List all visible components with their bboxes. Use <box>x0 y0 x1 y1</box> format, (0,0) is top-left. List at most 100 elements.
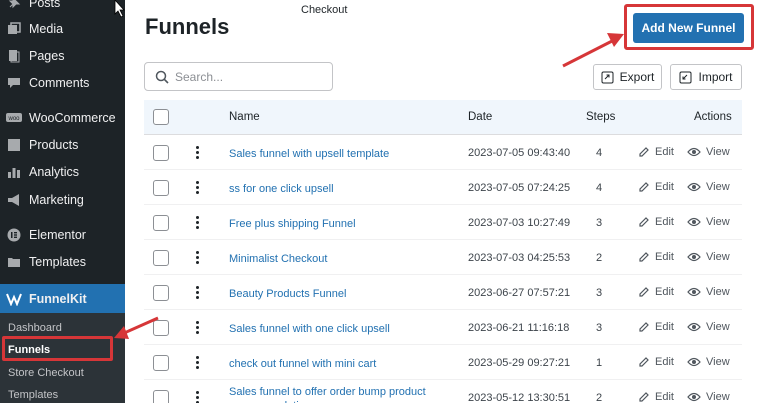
edit-label: Edit <box>655 286 674 298</box>
sidebar-item-products[interactable]: Products <box>0 131 125 158</box>
row-checkbox[interactable] <box>153 145 169 161</box>
edit-action[interactable]: Edit <box>638 216 674 228</box>
import-button[interactable]: Import <box>670 64 742 90</box>
funnel-date: 2023-05-29 09:27:21 <box>468 357 571 369</box>
sidebar-item-elementor[interactable]: Elementor <box>0 221 125 248</box>
funnelkit-icon <box>5 290 23 308</box>
sidebar-item-posts[interactable]: Posts <box>0 0 125 16</box>
funnel-name-link[interactable]: Minimalist Checkout <box>229 252 434 266</box>
page-title: Funnels <box>145 14 230 39</box>
row-menu-icon[interactable] <box>194 321 200 334</box>
row-checkbox[interactable] <box>153 285 169 301</box>
edit-action[interactable]: Edit <box>638 356 674 368</box>
eye-icon <box>687 252 701 262</box>
funnel-name-link[interactable]: Beauty Products Funnel <box>229 287 434 301</box>
sidebar-item-comments[interactable]: Comments <box>0 69 125 96</box>
select-all-checkbox[interactable] <box>153 109 169 125</box>
view-action[interactable]: View <box>687 391 730 403</box>
row-checkbox[interactable] <box>153 180 169 196</box>
row-menu-icon[interactable] <box>194 251 200 264</box>
view-label: View <box>706 146 730 158</box>
row-menu-icon[interactable] <box>194 286 200 299</box>
row-checkbox[interactable] <box>153 390 169 403</box>
view-label: View <box>706 216 730 228</box>
elementor-icon <box>5 226 23 244</box>
comment-icon <box>5 74 23 92</box>
checkout-tab[interactable]: Checkout <box>301 4 347 16</box>
sidebar-item-templates[interactable]: Templates <box>0 248 125 275</box>
submenu-item-dashboard[interactable]: Dashboard <box>8 322 62 334</box>
pencil-icon <box>638 286 650 298</box>
row-menu-icon[interactable] <box>194 356 200 369</box>
row-checkbox[interactable] <box>153 250 169 266</box>
view-action[interactable]: View <box>687 181 730 193</box>
edit-action[interactable]: Edit <box>638 321 674 333</box>
row-menu-icon[interactable] <box>194 181 200 194</box>
edit-action[interactable]: Edit <box>638 146 674 158</box>
table-row: Free plus shipping Funnel 2023-07-03 10:2… <box>144 205 742 240</box>
eye-icon <box>687 287 701 297</box>
pencil-icon <box>638 321 650 333</box>
row-checkbox[interactable] <box>153 355 169 371</box>
view-label: View <box>706 356 730 368</box>
view-label: View <box>706 391 730 403</box>
sidebar-item-woocommerce[interactable]: woo WooCommerce <box>0 104 125 131</box>
edit-label: Edit <box>655 391 674 403</box>
edit-action[interactable]: Edit <box>638 181 674 193</box>
eye-icon <box>687 392 701 402</box>
table-row: Minimalist Checkout 2023-07-03 04:25:53 2 E… <box>144 240 742 275</box>
funnel-steps: 1 <box>596 357 603 369</box>
pencil-icon <box>638 391 650 403</box>
page-icon <box>5 47 23 65</box>
view-action[interactable]: View <box>687 251 730 263</box>
table-header: Name Date Steps Actions <box>144 100 742 135</box>
sidebar-item-label: Analytics <box>29 164 80 179</box>
view-label: View <box>706 286 730 298</box>
add-new-funnel-button[interactable]: Add New Funnel <box>633 13 744 43</box>
funnel-name-link[interactable]: Sales funnel to offer order bump product… <box>229 385 434 403</box>
sidebar-item-analytics[interactable]: Analytics <box>0 158 125 185</box>
eye-icon <box>687 357 701 367</box>
sidebar-item-funnelkit[interactable]: FunnelKit <box>0 284 125 313</box>
funnel-date: 2023-06-21 11:16:18 <box>468 322 570 334</box>
pencil-icon <box>638 216 650 228</box>
submenu-item-templates[interactable]: Templates <box>8 389 58 401</box>
row-menu-icon[interactable] <box>194 146 200 159</box>
funnel-name-link[interactable]: check out funnel with mini cart <box>229 357 434 371</box>
funnel-date: 2023-05-12 13:30:51 <box>468 392 571 403</box>
search-icon <box>155 70 169 84</box>
view-action[interactable]: View <box>687 286 730 298</box>
sidebar-item-marketing[interactable]: Marketing <box>0 186 125 213</box>
funnel-steps: 4 <box>596 147 603 159</box>
sidebar-item-pages[interactable]: Pages <box>0 42 125 69</box>
sidebar-item-media[interactable]: Media <box>0 15 125 42</box>
view-action[interactable]: View <box>687 356 730 368</box>
pencil-icon <box>638 181 650 193</box>
view-action[interactable]: View <box>687 216 730 228</box>
row-menu-icon[interactable] <box>194 391 200 403</box>
search-input[interactable] <box>175 69 315 84</box>
table-row: Sales funnel with one click upsell 2023-0… <box>144 310 742 345</box>
table-row: Sales funnel with upsell template 2023-07… <box>144 135 742 170</box>
funnel-name-link[interactable]: ss for one click upsell <box>229 182 434 196</box>
sidebar-item-label: Products <box>29 137 79 152</box>
funnel-name-link[interactable]: Sales funnel with upsell template <box>229 147 434 161</box>
edit-action[interactable]: Edit <box>638 391 674 403</box>
edit-label: Edit <box>655 251 674 263</box>
funnel-name-link[interactable]: Sales funnel with one click upsell <box>229 322 434 336</box>
view-action[interactable]: View <box>687 146 730 158</box>
search-box[interactable] <box>144 62 333 91</box>
row-checkbox[interactable] <box>153 320 169 336</box>
row-checkbox[interactable] <box>153 215 169 231</box>
view-action[interactable]: View <box>687 321 730 333</box>
table-row: Beauty Products Funnel 2023-06-27 07:57:2… <box>144 275 742 310</box>
funnels-highlight-box <box>2 336 113 361</box>
edit-action[interactable]: Edit <box>638 286 674 298</box>
edit-action[interactable]: Edit <box>638 251 674 263</box>
submenu-item-store-checkout[interactable]: Store Checkout <box>8 367 84 379</box>
edit-label: Edit <box>655 356 674 368</box>
export-button[interactable]: Export <box>593 64 662 90</box>
row-menu-icon[interactable] <box>194 216 200 229</box>
sidebar-item-label: WooCommerce <box>29 110 116 125</box>
funnel-name-link[interactable]: Free plus shipping Funnel <box>229 217 434 231</box>
